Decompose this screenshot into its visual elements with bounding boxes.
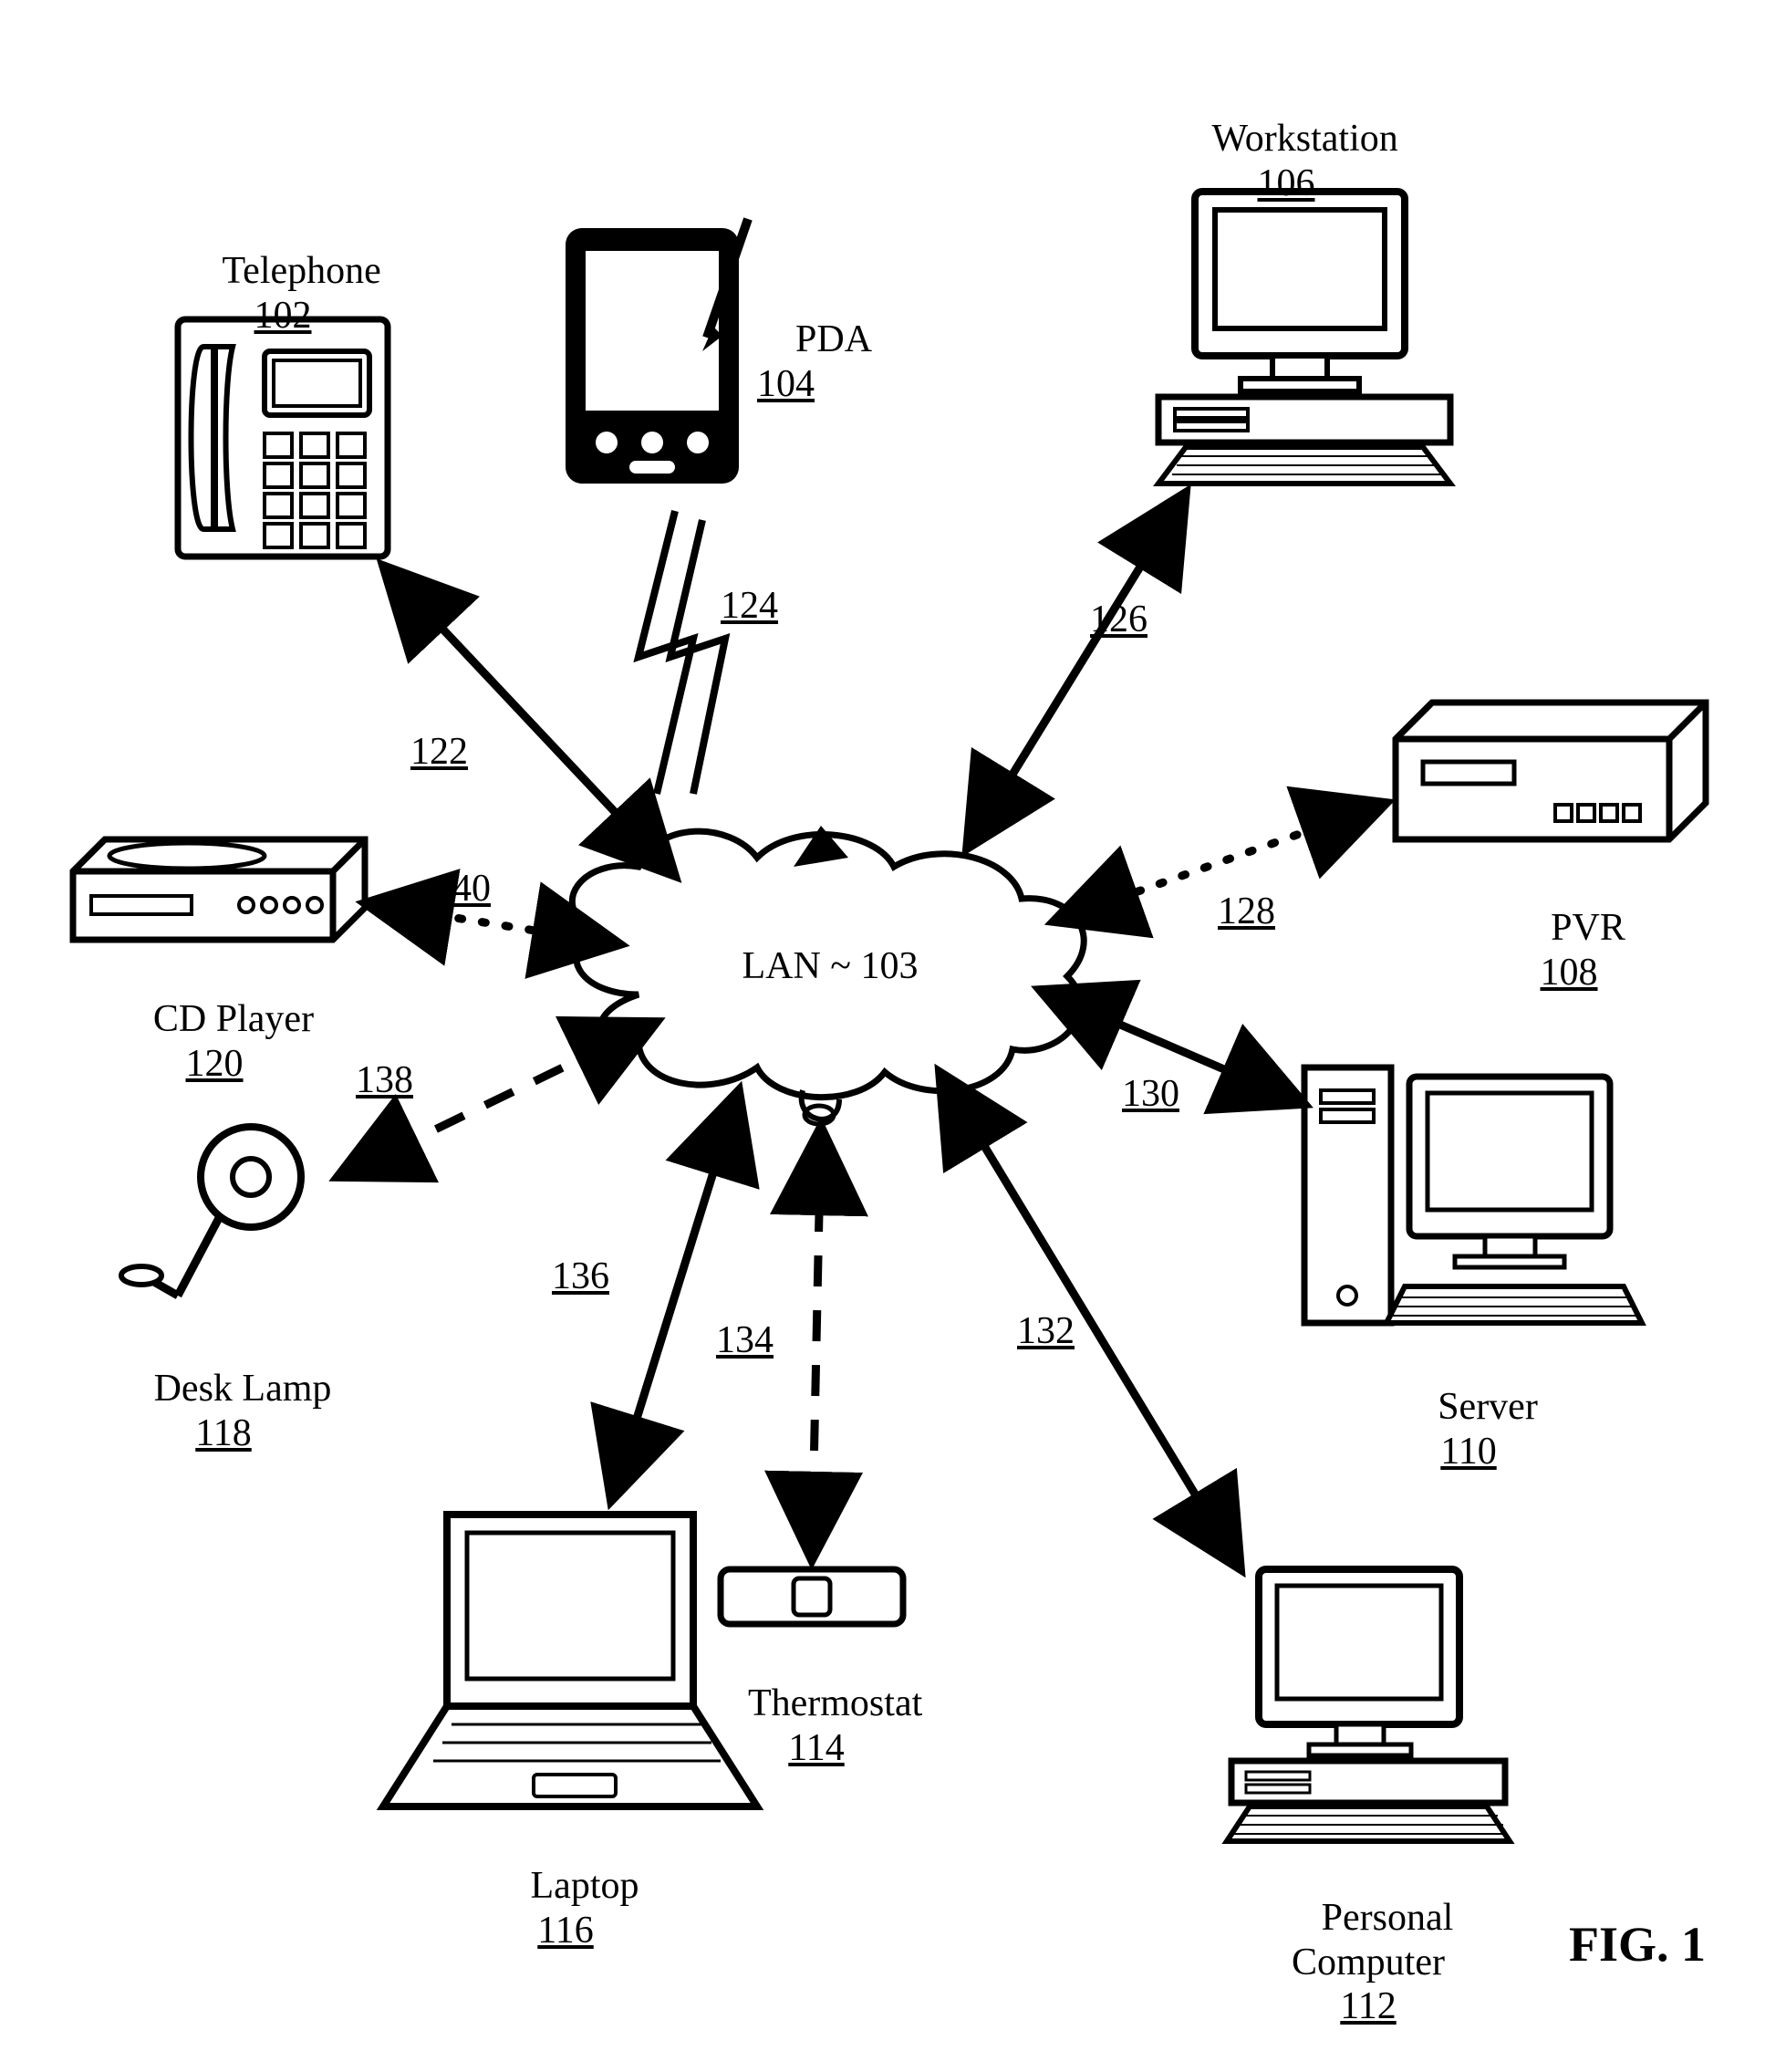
conn-128: 128 <box>1218 890 1275 933</box>
pda-icon <box>566 219 748 484</box>
server-icon <box>1304 1067 1642 1323</box>
cloud-label: LAN ~ 103 <box>711 944 949 988</box>
pvr-label: PVR108 <box>1478 862 1660 1038</box>
cd-player-icon <box>73 839 365 940</box>
desk-lamp-icon <box>121 1127 301 1296</box>
desklamp-label: Desk Lamp118 <box>87 1323 360 1499</box>
figure-caption: FIG. 1 <box>1569 1916 1706 1973</box>
conn-132: 132 <box>1017 1309 1075 1353</box>
telephone-label: Telephone102 <box>169 205 397 381</box>
pc-label: Personal Computer112 <box>1231 1852 1505 2072</box>
server-label: Server110 <box>1341 1341 1596 1517</box>
conn-126: 126 <box>1090 598 1147 641</box>
workstation-label: Workstation106 <box>1140 73 1432 249</box>
figure-container: Telephone102 PDA104 Workstation106 PVR10… <box>0 0 1786 2000</box>
conn-134: 134 <box>716 1318 774 1362</box>
wireless-icon <box>639 511 725 794</box>
pda-label: PDA104 <box>757 274 903 450</box>
conn-136: 136 <box>552 1255 609 1298</box>
conn-138: 138 <box>356 1058 413 1102</box>
conn-140: 140 <box>433 867 491 911</box>
conn-122: 122 <box>410 730 468 774</box>
thermostat-label: Thermostat114 <box>680 1638 953 1814</box>
conn-124: 124 <box>721 584 778 628</box>
pc-icon <box>1227 1569 1510 1841</box>
thermostat-icon <box>721 1569 903 1624</box>
laptop-label: Laptop116 <box>438 1820 693 1996</box>
pvr-icon <box>1396 703 1706 839</box>
conn-130: 130 <box>1122 1072 1179 1116</box>
cdplayer-label: CD Player120 <box>78 953 351 1130</box>
